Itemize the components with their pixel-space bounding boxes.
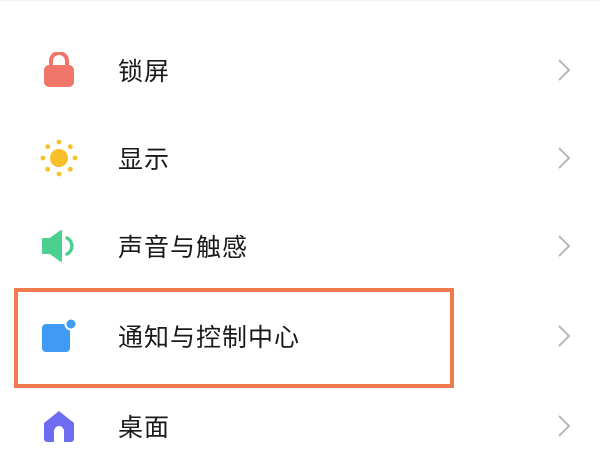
chevron-right-icon xyxy=(552,143,576,173)
settings-item-label: 锁屏 xyxy=(118,57,171,86)
settings-item-display[interactable]: 显示 xyxy=(0,114,600,202)
settings-item-sound-haptics[interactable]: 声音与触感 xyxy=(0,202,600,290)
settings-item-notification-control-center[interactable]: 通知与控制中心 xyxy=(0,292,600,380)
chevron-right-icon xyxy=(552,321,576,351)
sun-icon xyxy=(40,139,78,177)
home-icon xyxy=(40,407,78,445)
chevron-right-icon xyxy=(552,411,576,441)
settings-item-label: 桌面 xyxy=(118,413,171,442)
speaker-icon xyxy=(40,227,78,265)
notification-icon xyxy=(40,317,78,355)
settings-item-label: 声音与触感 xyxy=(118,233,249,262)
settings-item-label: 显示 xyxy=(118,145,171,174)
settings-item-desktop[interactable]: 桌面 xyxy=(0,382,600,450)
chevron-right-icon xyxy=(552,231,576,261)
top-divider xyxy=(0,0,600,1)
settings-screen: 锁屏 显示 声音与触感 通知与控制中心 桌面 xyxy=(0,0,600,450)
lock-icon xyxy=(40,51,78,89)
chevron-right-icon xyxy=(552,55,576,85)
settings-item-lock-screen[interactable]: 锁屏 xyxy=(0,26,600,114)
settings-item-label: 通知与控制中心 xyxy=(118,323,301,352)
